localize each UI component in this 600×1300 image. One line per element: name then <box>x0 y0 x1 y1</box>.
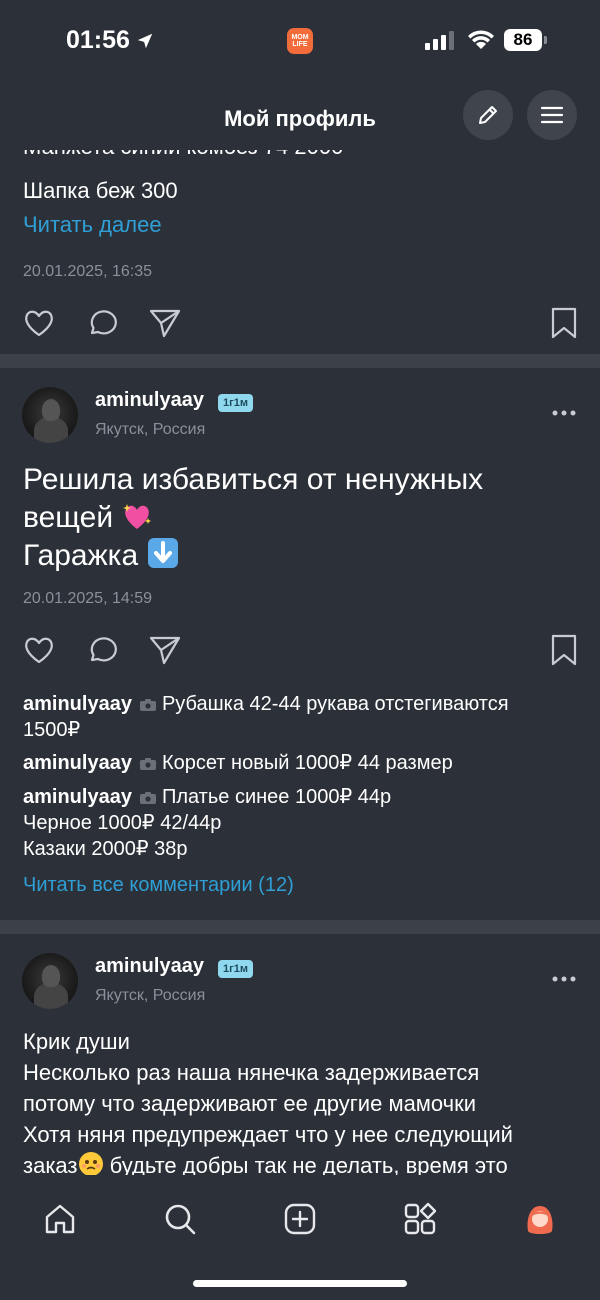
comment-bubble-icon[interactable] <box>85 633 119 667</box>
share-send-icon[interactable] <box>148 306 182 340</box>
post-title-line: вещей <box>23 499 483 537</box>
read-more-link[interactable]: Читать далее <box>23 212 162 238</box>
tab-profile[interactable] <box>520 1199 560 1239</box>
post-title-line: Гаражка <box>23 537 483 575</box>
child-age-badge: 1г1м <box>218 394 253 412</box>
author-location: Якутск, Россия <box>95 987 206 1004</box>
like-heart-icon[interactable] <box>22 633 56 667</box>
author-location: Якутск, Россия <box>95 421 206 438</box>
post-divider <box>0 354 600 368</box>
clock-text: 01:56 <box>66 26 130 54</box>
post-title-text: Гаражка <box>23 539 139 572</box>
like-heart-icon[interactable] <box>22 306 56 340</box>
post-text-line: Шапка беж 300 <box>23 178 178 203</box>
app-notification-icon: MOM LIFE <box>287 28 313 54</box>
post-title-text: вещей <box>23 501 114 534</box>
post-body-line: Хотя няня предупреждает что у нее следую… <box>23 1122 513 1147</box>
post-body-line: потому что задерживают ее другие мамочки <box>23 1091 477 1116</box>
post-title: Решила избавиться от ненужных вещей Гара… <box>23 461 483 575</box>
bookmark-icon[interactable] <box>547 633 581 667</box>
comment-bubble-icon[interactable] <box>85 306 119 340</box>
profile-feed[interactable]: Манжета синий комбез 74 2000 Шапка беж 3… <box>0 140 600 1175</box>
comment-text: Платье синее 1000₽ 44р <box>161 786 392 808</box>
post-body-line: Несколько раз наша нянечка задерживается <box>23 1060 480 1085</box>
post-date: 20.01.2025, 16:35 <box>23 263 153 280</box>
comment-author: aminulyaay <box>23 786 132 808</box>
add-post-icon <box>284 1203 316 1235</box>
share-send-icon[interactable] <box>148 633 182 667</box>
camera-icon <box>139 758 156 770</box>
post-actions <box>0 306 600 346</box>
post-date: 20.01.2025, 14:59 <box>23 590 153 607</box>
battery-indicator: 86 <box>504 29 547 51</box>
location-arrow-icon <box>137 33 153 48</box>
child-age-badge: 1г1м <box>218 960 253 978</box>
sparkling-heart-icon <box>123 504 152 529</box>
post-text-line: Манжета синий комбез 74 2000 <box>23 140 344 159</box>
hamburger-menu-icon <box>540 106 564 124</box>
pleading-face-icon <box>78 1152 103 1175</box>
comment-text-line: Казаки 2000₽ 38р <box>23 838 188 860</box>
post-body-text: будьте добры так не делать, время это <box>103 1153 508 1175</box>
post-body-line: Крик души <box>23 1029 130 1054</box>
status-time: 01:56 <box>66 26 154 55</box>
status-bar: 01:56 MOM LIFE 86 <box>0 0 600 80</box>
avatar[interactable] <box>22 387 78 443</box>
comment-author: aminulyaay <box>23 752 132 774</box>
read-all-comments-link[interactable]: Читать все комментарии (12) <box>23 874 294 897</box>
tab-services[interactable] <box>400 1199 440 1239</box>
menu-button[interactable] <box>527 90 577 140</box>
post-author[interactable]: aminulyaay <box>95 955 204 978</box>
home-icon <box>45 1204 75 1234</box>
post-title-line: Решила избавиться от ненужных <box>23 463 484 496</box>
edit-profile-button[interactable] <box>463 90 513 140</box>
more-options-icon[interactable] <box>551 975 577 983</box>
search-icon <box>165 1204 196 1235</box>
post-body: Крик души Несколько раз наша нянечка зад… <box>23 1026 583 1175</box>
post-author[interactable]: aminulyaay <box>95 389 204 412</box>
post-divider <box>0 920 600 934</box>
comment-item[interactable]: aminulyaay Платье синее 1000₽ 44р Черное … <box>23 784 563 862</box>
grid-apps-icon <box>404 1202 437 1235</box>
more-options-icon[interactable] <box>551 409 577 417</box>
post-body-line: заказ будьте добры так не делать, время … <box>23 1150 583 1175</box>
tab-home[interactable] <box>40 1199 80 1239</box>
post-header: aminulyaay 1г1м Якутск, Россия <box>0 387 600 447</box>
down-arrow-icon <box>147 538 178 568</box>
post-body-text: заказ <box>23 1153 78 1175</box>
comment-item[interactable]: aminulyaay Корсет новый 1000₽ 44 размер <box>23 750 563 776</box>
pencil-icon <box>479 106 497 124</box>
comment-text: Корсет новый 1000₽ 44 размер <box>161 752 453 774</box>
comment-item[interactable]: aminulyaay Рубашка 42-44 рукава отстегива… <box>23 691 563 743</box>
camera-icon <box>139 699 156 711</box>
camera-icon <box>139 792 156 804</box>
home-indicator <box>193 1280 407 1287</box>
comment-text-line: Черное 1000₽ 42/44р <box>23 812 222 834</box>
profile-avatar-icon <box>527 1206 553 1234</box>
comment-author: aminulyaay <box>23 693 132 715</box>
avatar[interactable] <box>22 953 78 1009</box>
post-actions <box>0 633 600 673</box>
tab-create-post[interactable] <box>280 1199 320 1239</box>
post-header: aminulyaay 1г1м Якутск, Россия <box>0 953 600 1013</box>
tab-search[interactable] <box>160 1199 200 1239</box>
wifi-icon <box>468 30 494 49</box>
bookmark-icon[interactable] <box>547 306 581 340</box>
cellular-signal-icon <box>425 31 454 50</box>
